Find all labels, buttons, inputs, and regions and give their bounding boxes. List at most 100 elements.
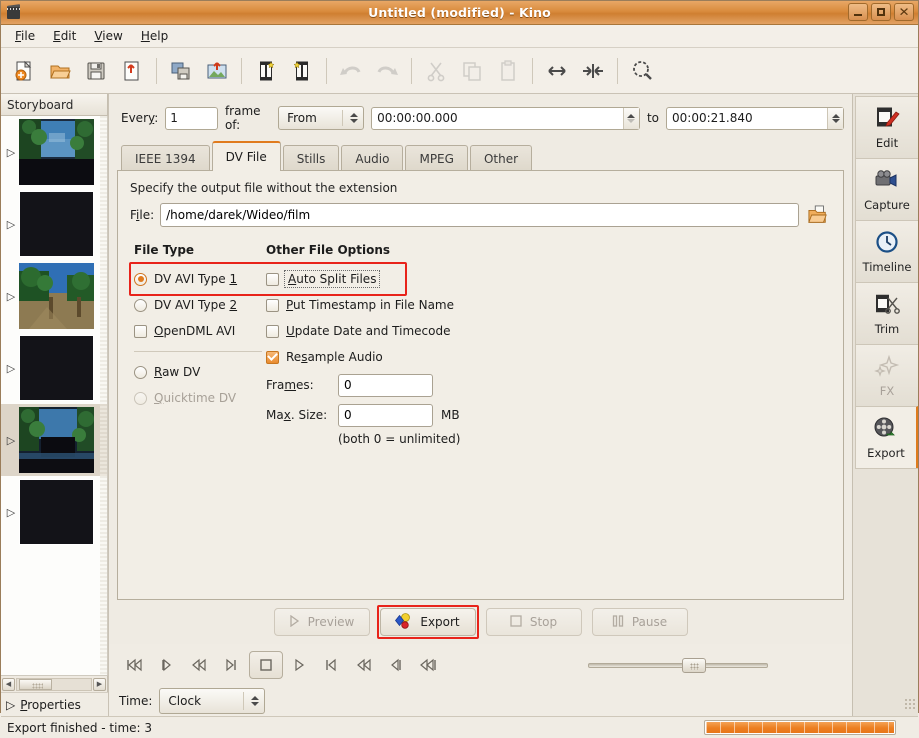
menu-help[interactable]: Help	[133, 27, 176, 45]
storyboard-vertical-scrollbar[interactable]	[100, 116, 107, 675]
frames-input[interactable]	[339, 374, 432, 396]
clip-thumbnail[interactable]	[19, 335, 94, 401]
sidebar-item-capture[interactable]: Capture	[855, 158, 918, 220]
stepper-up-icon[interactable]	[627, 113, 636, 118]
file-field[interactable]	[160, 202, 799, 227]
option-opendml-avi[interactable]: OpenDML AVI	[134, 318, 266, 344]
properties-expander[interactable]: ▷ Properties	[1, 692, 108, 716]
tab-other[interactable]: Other	[469, 145, 533, 171]
zoom-icon[interactable]	[625, 53, 659, 89]
stepper-down-icon[interactable]	[831, 118, 840, 123]
option-raw-dv[interactable]: Raw DV	[134, 359, 266, 385]
list-item-selected[interactable]: ▷	[1, 404, 107, 476]
every-stepper[interactable]	[165, 106, 218, 130]
fast-forward-icon[interactable]	[349, 652, 379, 678]
menu-file[interactable]: File	[7, 27, 43, 45]
rewind-icon[interactable]	[185, 652, 215, 678]
minimize-icon[interactable]	[848, 3, 868, 21]
list-item[interactable]: ▷	[1, 476, 107, 548]
storyboard-horizontal-scrollbar[interactable]: ◀ ▶	[1, 675, 108, 692]
transport-stop-button[interactable]	[249, 651, 283, 679]
sidebar-item-trim[interactable]: Trim	[855, 282, 918, 344]
step-back-icon[interactable]	[217, 652, 247, 678]
skip-to-end-icon[interactable]	[413, 652, 443, 678]
open-icon[interactable]	[43, 53, 77, 89]
clip-thumbnail[interactable]	[19, 263, 94, 329]
end-time-field[interactable]	[666, 106, 844, 130]
maximize-icon[interactable]	[871, 3, 891, 21]
import-image-icon[interactable]	[200, 53, 234, 89]
save-frame-icon[interactable]	[164, 53, 198, 89]
list-item[interactable]: ▷	[1, 116, 107, 188]
new-icon[interactable]	[7, 53, 41, 89]
scroll-left-icon[interactable]: ◀	[2, 677, 15, 691]
checkbox-icon[interactable]	[266, 272, 279, 286]
scroll-right-icon[interactable]: ▶	[93, 677, 106, 691]
skip-to-start-icon[interactable]	[121, 652, 151, 678]
option-auto-split-files[interactable]: Auto Split Files	[266, 266, 831, 292]
scroll-track[interactable]	[16, 677, 92, 691]
file-input[interactable]	[161, 207, 798, 222]
play-icon[interactable]	[285, 652, 315, 678]
clip-thumbnail[interactable]	[19, 407, 94, 473]
slider-track[interactable]	[588, 662, 768, 668]
max-size-input[interactable]	[339, 404, 432, 426]
radio-icon[interactable]	[134, 272, 147, 286]
list-item[interactable]: ▷	[1, 188, 107, 260]
export-button[interactable]: Export	[379, 608, 476, 636]
radio-icon[interactable]	[134, 365, 147, 379]
option-update-date-timecode[interactable]: Update Date and Timecode	[266, 318, 831, 344]
frames-field[interactable]	[338, 373, 433, 397]
tab-ieee-1394[interactable]: IEEE 1394	[121, 145, 210, 171]
every-input[interactable]	[166, 107, 217, 129]
end-time-input[interactable]	[667, 111, 827, 125]
clip-thumbnail[interactable]	[19, 191, 94, 257]
option-put-timestamp[interactable]: Put Timestamp in File Name	[266, 292, 831, 318]
close-icon[interactable]: ✕	[894, 3, 914, 21]
radio-icon[interactable]	[134, 298, 147, 312]
tab-stills[interactable]: Stills	[282, 145, 340, 171]
slider-knob[interactable]	[681, 657, 706, 673]
export-file-icon[interactable]	[115, 53, 149, 89]
checkbox-icon[interactable]	[266, 350, 279, 364]
insert-frame-before-icon[interactable]	[249, 53, 283, 89]
checkbox-icon[interactable]	[266, 298, 279, 312]
option-dv-avi-type-1[interactable]: DV AVI Type 1	[134, 266, 266, 292]
list-item[interactable]: ▷	[1, 260, 107, 332]
split-scene-icon[interactable]	[540, 53, 574, 89]
sidebar-item-edit[interactable]: Edit	[855, 96, 918, 158]
scroll-thumb[interactable]	[19, 678, 52, 690]
sidebar-item-timeline[interactable]: Timeline	[855, 220, 918, 282]
step-forward-icon[interactable]	[317, 652, 347, 678]
end-time-arrows[interactable]	[827, 107, 843, 129]
checkbox-icon[interactable]	[134, 324, 147, 338]
tab-dv-file[interactable]: DV File	[211, 141, 281, 171]
tab-mpeg[interactable]: MPEG	[405, 145, 468, 171]
position-slider[interactable]	[588, 652, 768, 678]
join-scene-icon[interactable]	[576, 53, 610, 89]
max-size-field[interactable]	[338, 403, 433, 427]
time-format-select[interactable]: Clock	[159, 688, 266, 714]
menu-edit[interactable]: Edit	[45, 27, 84, 45]
next-scene-icon[interactable]	[381, 652, 411, 678]
folder-open-icon[interactable]	[805, 202, 831, 227]
save-icon[interactable]	[79, 53, 113, 89]
clip-thumbnail[interactable]	[19, 479, 94, 545]
checkbox-icon[interactable]	[266, 324, 279, 338]
clip-thumbnail[interactable]	[19, 119, 94, 185]
scope-select[interactable]: From	[278, 106, 365, 130]
storyboard-list[interactable]: ▷ ▷ ▷ ▷ ▷ ▷	[1, 116, 108, 675]
start-time-arrows[interactable]	[622, 107, 639, 129]
option-resample-audio[interactable]: Resample Audio	[266, 344, 831, 370]
previous-scene-icon[interactable]	[153, 652, 183, 678]
option-dv-avi-type-2[interactable]: DV AVI Type 2	[134, 292, 266, 318]
stepper-up-icon[interactable]	[831, 113, 840, 118]
resize-grip-icon[interactable]	[904, 698, 916, 710]
menu-view[interactable]: View	[86, 27, 130, 45]
tab-audio[interactable]: Audio	[341, 145, 404, 171]
insert-frame-after-icon[interactable]	[285, 53, 319, 89]
list-item[interactable]: ▷	[1, 332, 107, 404]
start-time-input[interactable]	[372, 111, 623, 125]
sidebar-item-export[interactable]: Export	[855, 406, 918, 468]
start-time-field[interactable]	[371, 106, 640, 130]
